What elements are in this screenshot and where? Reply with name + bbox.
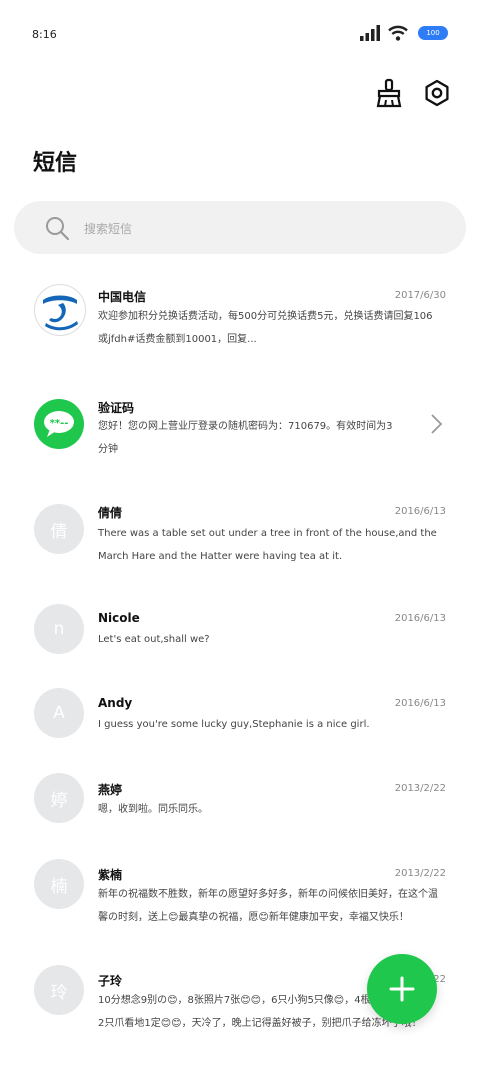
- message-date: 2013/2/22: [394, 868, 446, 879]
- wifi-icon: [388, 25, 408, 41]
- status-time: 8:16: [32, 28, 57, 41]
- contact-name: Andy: [98, 696, 133, 710]
- avatar: n: [34, 604, 84, 654]
- message-date: 2016/6/13: [394, 613, 446, 624]
- svg-text:**--: **--: [50, 418, 69, 429]
- avatar: 倩: [34, 504, 84, 554]
- message-row[interactable]: **-- 验证码 您好！您の网上营业厅登录の随机密码为：710679。有效时间为…: [0, 399, 480, 479]
- broom-icon: [376, 78, 402, 108]
- china-telecom-logo-icon: [43, 295, 78, 331]
- message-preview: Let's eat out,shall we?: [98, 634, 210, 645]
- message-date: 2013/2/22: [394, 783, 446, 794]
- gear-hex-icon: [425, 79, 449, 107]
- message-preview: There was a table set out under a tree i…: [98, 528, 437, 562]
- message-row[interactable]: A Andy 2016/6/13 I guess you're some luc…: [0, 688, 480, 748]
- settings-button[interactable]: [422, 76, 452, 110]
- contact-name: 验证码: [98, 401, 135, 415]
- status-bar: 8:16 100: [0, 0, 480, 66]
- contact-name: Nicole: [98, 611, 140, 625]
- avatar: 玲: [34, 965, 84, 1015]
- message-row[interactable]: n Nicole 2016/6/13 Let's eat out,shall w…: [0, 604, 480, 664]
- message-preview: 欢迎参加积分兑换话费活动，每500分可兑换话费5元，兑换话费请回复106或jfd…: [98, 311, 433, 345]
- search-bar[interactable]: [14, 201, 466, 256]
- system-icons: [360, 22, 408, 44]
- message-row[interactable]: 楠 紫楠 2013/2/22 新年の祝福数不胜数，新年の愿望好多好多，新年の问候…: [0, 859, 480, 939]
- chevron-right-icon[interactable]: [430, 413, 444, 435]
- search-icon: [46, 217, 70, 241]
- message-date: 2016/6/13: [394, 506, 446, 517]
- contact-name: 燕婷: [98, 783, 123, 797]
- contact-name: 子玲: [98, 974, 123, 988]
- new-message-button[interactable]: [367, 954, 437, 1024]
- avatar: A: [34, 688, 84, 738]
- toolbar: [374, 76, 452, 110]
- message-date: 2016/6/13: [394, 698, 446, 709]
- signal-icon: [360, 25, 380, 41]
- avatar: 楠: [34, 859, 84, 909]
- plus-icon: [389, 976, 415, 1002]
- page-title: 短信: [33, 151, 78, 176]
- message-row[interactable]: 中国电信 2017/6/30 欢迎参加积分兑换话费活动，每500分可兑换话费5元…: [0, 284, 480, 364]
- search-input[interactable]: [82, 201, 456, 256]
- avatar: **--: [34, 399, 84, 449]
- avatar: 婷: [34, 773, 84, 823]
- message-preview: I guess you're some lucky guy,Stephanie …: [98, 719, 370, 730]
- message-row[interactable]: 倩 倩倩 2016/6/13 There was a table set out…: [0, 504, 480, 584]
- message-date: 2017/6/30: [394, 290, 446, 301]
- sms-bubble-icon: **--: [44, 411, 74, 437]
- avatar: [34, 284, 86, 336]
- contact-name: 倩倩: [98, 506, 123, 520]
- clean-button[interactable]: [374, 76, 404, 110]
- contact-name: 紫楠: [98, 868, 123, 882]
- message-preview: 嗯，收到啦。同乐同乐。: [98, 804, 208, 815]
- message-preview: 您好！您の网上营业厅登录の随机密码为：710679。有效时间为3分钟: [98, 421, 393, 455]
- message-row[interactable]: 婷 燕婷 2013/2/22 嗯，收到啦。同乐同乐。: [0, 773, 480, 833]
- message-preview: 新年の祝福数不胜数，新年の愿望好多好多，新年の问候依旧美好，在这个温馨の时刻，送…: [98, 889, 438, 923]
- contact-name: 中国电信: [98, 290, 147, 304]
- battery-indicator: 100: [418, 26, 448, 40]
